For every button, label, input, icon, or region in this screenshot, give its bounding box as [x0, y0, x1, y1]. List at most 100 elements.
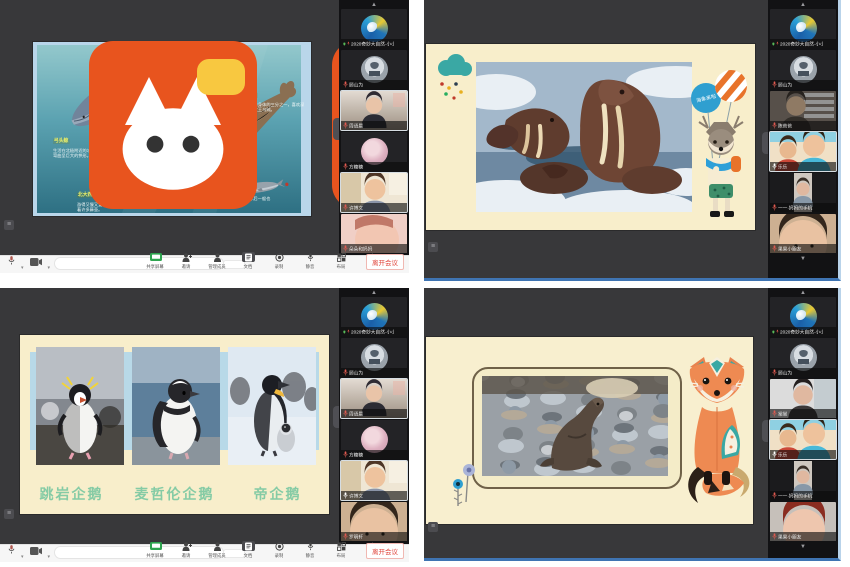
- mic-button[interactable]: [8, 253, 15, 271]
- participant-namebar: 许博文: [341, 491, 407, 500]
- participant-sidebar: ▲ 2020奇妙大自然·小小海洋动物讲解员 顾山为 棠棠: [768, 288, 838, 558]
- avatar: [361, 426, 388, 453]
- participant-namebar: 许博文: [341, 203, 407, 212]
- mic-button[interactable]: [8, 542, 15, 560]
- stage-menu-icon[interactable]: ≡: [428, 522, 438, 532]
- participant-namebar: 棠棠: [770, 409, 836, 418]
- layout-icon: [337, 253, 346, 262]
- toolbar-members-button[interactable]: 管理成员: [204, 252, 231, 272]
- mic-icon: [343, 533, 348, 540]
- leave-meeting-button[interactable]: 离开会议: [366, 254, 404, 270]
- record-icon: [275, 542, 284, 551]
- participant-tile[interactable]: 一一·妈妈的手机: [770, 173, 836, 212]
- participant-name: 乐乐: [778, 163, 787, 170]
- toolbar-invite-button[interactable]: 邀请: [173, 541, 200, 561]
- scroll-up-icon[interactable]: ▲: [340, 1, 408, 9]
- participant-tile[interactable]: 2020奇妙大自然·小小海洋动物讲解员: [341, 9, 407, 48]
- stage-menu-icon[interactable]: ≡: [428, 242, 438, 252]
- leave-meeting-button[interactable]: 离开会议: [366, 543, 404, 559]
- participant-tile[interactable]: 方糖糖: [341, 420, 407, 459]
- meeting-window-top-left: 弓头鲸 生活在北极附近的冰冷海域，上颚弯曲呈巨大的拱形。 抹香鲸 头部约占身体的…: [0, 0, 409, 273]
- participant-tile[interactable]: 顾山为: [341, 338, 407, 377]
- participant-tile[interactable]: 乐乐: [770, 420, 836, 459]
- participant-tile[interactable]: 果果小朋友: [770, 214, 836, 253]
- stage-menu-icon[interactable]: ≡: [4, 220, 14, 230]
- members-icon: [213, 253, 222, 262]
- scroll-up-icon[interactable]: ▲: [769, 1, 837, 9]
- participant-namebar: 周语晨: [341, 121, 407, 130]
- participant-tile[interactable]: 许博文: [341, 461, 407, 500]
- toolbar-layout-button[interactable]: 布局: [328, 252, 355, 272]
- mic-icon: [772, 492, 777, 499]
- toolbar-share-button[interactable]: 共享屏幕: [142, 252, 169, 272]
- participant-name: 2020奇妙大自然·小小海洋动物讲解员: [351, 40, 394, 47]
- mic-icon: [772, 204, 777, 211]
- toolbar-record-button[interactable]: 录制: [266, 541, 293, 561]
- scroll-up-icon[interactable]: ▲: [340, 289, 408, 297]
- scroll-down-icon[interactable]: ▼: [769, 255, 837, 263]
- participant-tile[interactable]: 顾山为: [341, 50, 407, 89]
- mic-icon: [347, 40, 350, 47]
- mic-icon: [772, 163, 777, 170]
- penguin-caption: 麦哲伦企鹅: [123, 484, 226, 504]
- mic-icon: [772, 81, 777, 88]
- participant-name: 顾山为: [349, 369, 363, 376]
- toolbar-record-button[interactable]: 录制: [266, 252, 293, 272]
- participant-tile[interactable]: 乐乐: [770, 132, 836, 171]
- toolbar-layout-button[interactable]: 布局: [328, 541, 355, 561]
- participant-name: 果果小朋友: [778, 245, 801, 252]
- participant-tile[interactable]: 陈爸爸: [770, 91, 836, 130]
- participant-tile[interactable]: 顾山为: [770, 338, 836, 377]
- stage-menu-icon[interactable]: ≡: [4, 509, 14, 519]
- shared-slide: 弓头鲸 生活在北极附近的冰冷海域，上颚弯曲呈巨大的拱形。 抹香鲸 头部约占身体的…: [33, 42, 311, 216]
- mic-toolbar-icon: [8, 544, 15, 555]
- toolbar-invite-button[interactable]: 邀请: [173, 252, 200, 272]
- participant-tile[interactable]: 罗明轩: [341, 502, 407, 541]
- toolbar-doc-button[interactable]: 文档: [235, 252, 262, 272]
- participant-name: 顾山为: [349, 81, 363, 88]
- participant-name: 棠棠: [778, 410, 787, 417]
- participant-tile[interactable]: 朵朵和妈妈: [341, 214, 407, 253]
- screenshot-collage: 弓头鲸 生活在北极附近的冰冷海域，上颚弯曲呈巨大的拱形。 抹香鲸 头部约占身体的…: [0, 0, 850, 567]
- host-shield-icon: [772, 41, 775, 47]
- participant-name: 顾山为: [778, 81, 792, 88]
- camera-button[interactable]: [30, 542, 42, 560]
- participant-tile[interactable]: 2020奇妙大自然·小小海洋动物讲解员: [770, 9, 836, 48]
- scroll-up-icon[interactable]: ▲: [769, 289, 837, 297]
- toolbar-share-button[interactable]: 共享屏幕: [142, 541, 169, 561]
- host-shield-icon: [343, 329, 346, 335]
- participant-tile[interactable]: 顾山为: [770, 50, 836, 89]
- participant-tile[interactable]: 方糖糖: [341, 132, 407, 171]
- participant-name: 朵朵和妈妈: [349, 245, 372, 252]
- toolbar-mute-button[interactable]: 静音: [297, 252, 324, 272]
- members-icon: [213, 542, 222, 551]
- toolbar-mute-button[interactable]: 静音: [297, 541, 324, 561]
- avatar: [361, 344, 388, 371]
- participant-tile[interactable]: 周语晨: [341, 379, 407, 418]
- participant-tile[interactable]: 2020奇妙大自然·小小海洋动物讲解员: [341, 297, 407, 336]
- scroll-down-icon[interactable]: ▼: [769, 543, 837, 551]
- flower-icon: [452, 462, 478, 508]
- toolbar-doc-button[interactable]: 文档: [235, 541, 262, 561]
- presentation-stage: 弓头鲸 生活在北极附近的冰冷海域，上颚弯曲呈巨大的拱形。 抹香鲸 头部约占身体的…: [0, 0, 339, 256]
- camera-button[interactable]: [30, 253, 42, 271]
- participant-tile[interactable]: 一一·妈妈的手机: [770, 461, 836, 500]
- participant-name: 乐乐: [778, 451, 787, 458]
- host-shield-icon: [343, 41, 346, 47]
- participant-namebar: 陈爸爸: [770, 121, 836, 130]
- toolbar-members-button[interactable]: 管理成员: [204, 541, 231, 561]
- participant-namebar: 罗明轩: [341, 532, 407, 541]
- mic-icon: [772, 410, 777, 417]
- participant-tile[interactable]: 果果小朋友: [770, 502, 836, 541]
- walrus-photo: [476, 62, 692, 212]
- participant-tile[interactable]: 棠棠: [770, 379, 836, 418]
- mic-icon: [772, 533, 777, 540]
- participant-tile[interactable]: 2020奇妙大自然·小小海洋动物讲解员: [770, 297, 836, 336]
- participant-namebar: 2020奇妙大自然·小小海洋动物讲解员: [770, 39, 836, 48]
- mic-icon: [343, 81, 348, 88]
- avatar: [790, 56, 817, 83]
- invite-icon: [182, 542, 192, 551]
- participant-tile[interactable]: 许博文: [341, 173, 407, 212]
- participant-namebar: 顾山为: [770, 80, 836, 89]
- participant-tile[interactable]: 周语晨: [341, 91, 407, 130]
